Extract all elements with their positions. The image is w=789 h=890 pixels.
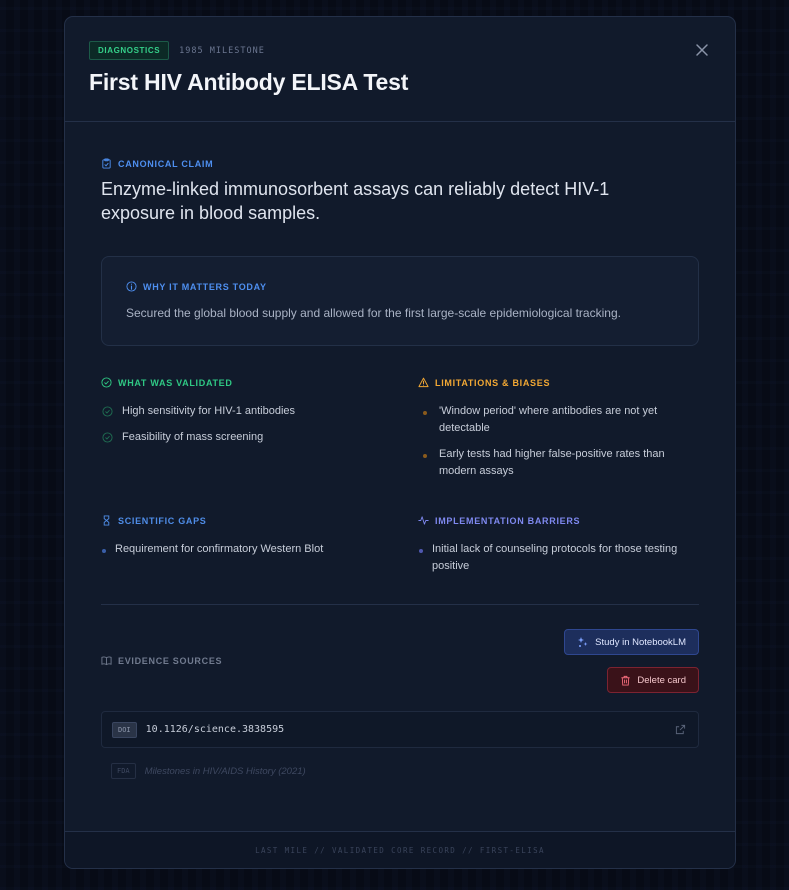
list-item: 'Window period' where antibodies are not… [418, 403, 698, 437]
limitations-section: LIMITATIONS & BIASES 'Window period' whe… [418, 377, 698, 497]
clipboard-check-icon [102, 158, 111, 169]
list-item: Feasibility of mass screening [101, 429, 418, 446]
source-row-fda: FDA Milestones in HIV/AIDS History (2021… [101, 763, 699, 779]
milestone-modal: DIAGNOSTICS 1985 MILESTONE First HIV Ant… [64, 16, 736, 869]
list-item: High sensitivity for HIV-1 antibodies [101, 403, 418, 420]
source-row-doi[interactable]: DOI 10.1126/science.3838595 [101, 711, 699, 748]
warning-triangle-icon [418, 377, 429, 388]
trash-icon [621, 675, 631, 686]
list-item: Early tests had higher false-positive ra… [418, 446, 698, 480]
evidence-label: EVIDENCE SOURCES [118, 655, 223, 666]
sparkles-icon [578, 637, 588, 647]
limitations-label: LIMITATIONS & BIASES [435, 377, 551, 388]
validated-label: WHAT WAS VALIDATED [118, 377, 233, 388]
evidence-header: EVIDENCE SOURCES Study in NotebookLM Del… [101, 629, 699, 707]
why-it-matters-card: WHY IT MATTERS TODAY Secured the global … [101, 256, 699, 346]
barriers-label: IMPLEMENTATION BARRIERS [435, 515, 581, 526]
close-icon [696, 44, 708, 56]
info-circle-icon [126, 281, 137, 292]
barriers-section: IMPLEMENTATION BARRIERS Initial lack of … [418, 515, 698, 584]
book-open-icon [101, 656, 112, 666]
claim-text: Enzyme-linked immunosorbent assays can r… [101, 179, 610, 223]
activity-pulse-icon [418, 516, 429, 525]
delete-card-button[interactable]: Delete card [607, 667, 699, 693]
gaps-label: SCIENTIFIC GAPS [118, 515, 207, 526]
close-button[interactable] [695, 43, 709, 57]
study-notebooklm-button[interactable]: Study in NotebookLM [564, 629, 699, 655]
source-type-badge: FDA [111, 763, 136, 779]
category-tag: DIAGNOSTICS [89, 41, 170, 60]
source-value: 10.1126/science.3838595 [145, 724, 285, 735]
source-type-badge: DOI [112, 721, 137, 738]
list-item: Initial lack of counseling protocols for… [418, 541, 698, 575]
hourglass-icon [103, 515, 110, 526]
claim-label: CANONICAL CLAIM [118, 158, 214, 169]
matters-text: Secured the global blood supply and allo… [126, 306, 621, 320]
modal-header: DIAGNOSTICS 1985 MILESTONE First HIV Ant… [65, 17, 735, 122]
list-item: Requirement for confirmatory Western Blo… [101, 541, 418, 558]
check-circle-icon [102, 406, 113, 417]
modal-title: First HIV Antibody ELISA Test [89, 69, 409, 95]
validated-section: WHAT WAS VALIDATED High sensitivity for … [101, 377, 418, 497]
milestone-year: 1985 MILESTONE [179, 45, 265, 56]
check-circle-icon [101, 377, 112, 388]
source-value: Milestones in HIV/AIDS History (2021) [144, 765, 306, 777]
matters-label: WHY IT MATTERS TODAY [143, 281, 267, 292]
gaps-section: SCIENTIFIC GAPS Requirement for confirma… [101, 515, 418, 584]
external-link-icon[interactable] [675, 724, 686, 735]
check-circle-icon [102, 432, 113, 443]
claim-heading: CANONICAL CLAIM [101, 158, 699, 169]
modal-footer: LAST MILE // VALIDATED CORE RECORD // FI… [65, 831, 735, 868]
divider [101, 604, 699, 605]
